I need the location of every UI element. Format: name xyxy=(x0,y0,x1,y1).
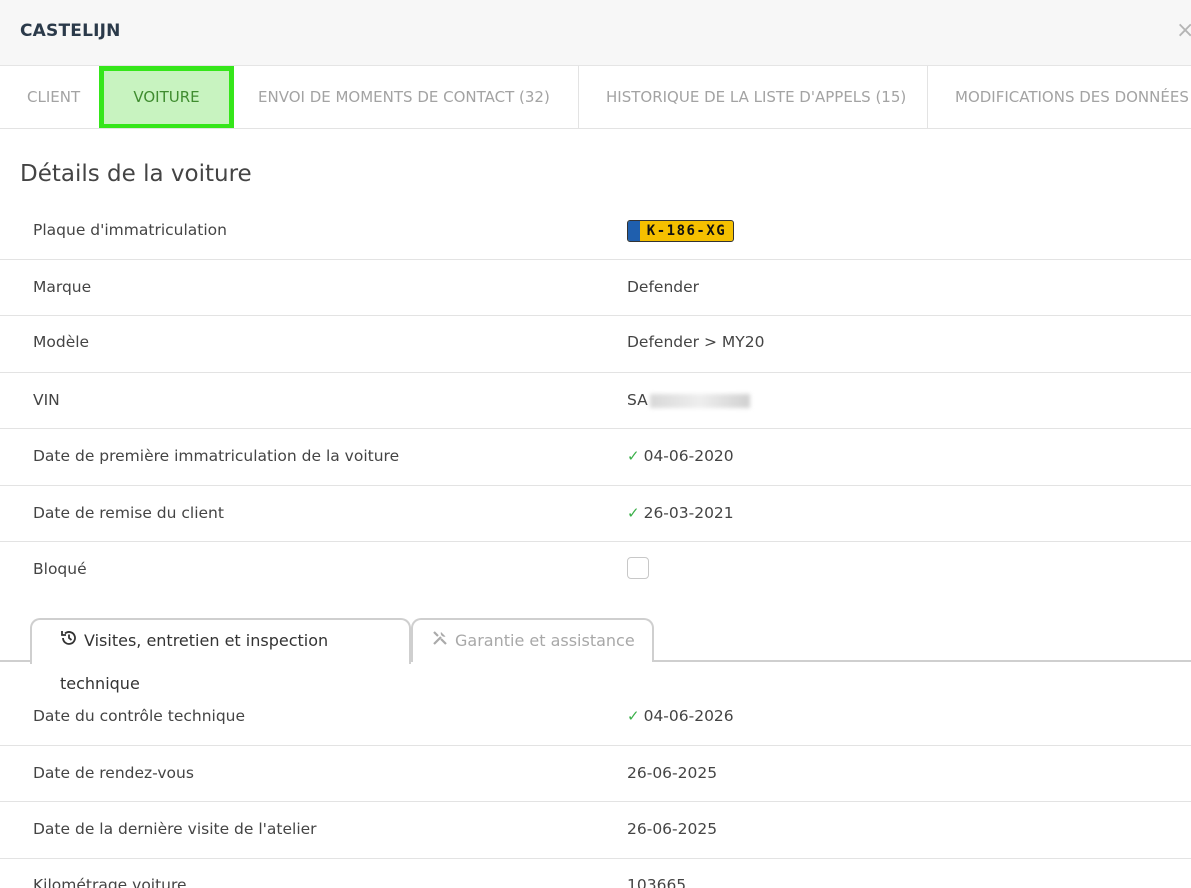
tab-contact-moments[interactable]: ENVOI DE MOMENTS DE CONTACT (32) xyxy=(258,66,550,128)
row-brand: Marque Defender xyxy=(0,260,1191,316)
history-icon xyxy=(60,621,78,663)
check-icon: ✓ xyxy=(627,447,640,465)
section-title: Détails de la voiture xyxy=(20,161,252,187)
tab-voiture[interactable]: VOITURE xyxy=(99,66,234,128)
mileage-label: Kilométrage voiture xyxy=(33,876,187,888)
blocked-checkbox[interactable] xyxy=(627,557,649,579)
row-blocked: Bloqué xyxy=(0,542,1191,598)
subtab-warranty[interactable]: Garantie et assistance xyxy=(411,618,654,662)
vin-redacted xyxy=(649,393,750,408)
tab-call-history[interactable]: HISTORIQUE DE LA LISTE D'APPELS (15) xyxy=(578,66,906,128)
license-plate: K-186-XG xyxy=(627,220,734,242)
row-mileage: Kilométrage voiture 103665 xyxy=(0,859,1191,888)
row-model: Modèle Defender > MY20 xyxy=(0,316,1191,373)
inspection-date: 04-06-2026 xyxy=(643,707,734,725)
inspection-label: Date du contrôle technique xyxy=(33,707,246,725)
tools-icon xyxy=(431,621,449,663)
row-vin: VIN SA xyxy=(0,373,1191,429)
main-tabs: CLIENT VOITURE ENVOI DE MOMENTS DE CONTA… xyxy=(0,66,1191,129)
subtab-warranty-label: Garantie et assistance xyxy=(455,631,635,650)
inspection-value: ✓ 04-06-2026 xyxy=(627,707,734,725)
appointment-label: Date de rendez-vous xyxy=(33,764,194,782)
row-first-registration: Date de première immatriculation de la v… xyxy=(0,429,1191,486)
first-registration-value: ✓ 04-06-2020 xyxy=(627,447,734,465)
row-last-visit: Date de la dernière visite de l'atelier … xyxy=(0,802,1191,859)
eu-strip xyxy=(628,221,640,241)
last-visit-value: 26-06-2025 xyxy=(627,820,718,838)
tab-data-changes[interactable]: MODIFICATIONS DES DONNÉES xyxy=(927,66,1189,128)
row-appointment: Date de rendez-vous 26-06-2025 xyxy=(0,746,1191,802)
mileage-value: 103665 xyxy=(627,876,687,888)
delivery-date: 26-03-2021 xyxy=(643,504,734,522)
row-plate: Plaque d'immatriculation K-186-XG xyxy=(0,203,1191,260)
check-icon: ✓ xyxy=(627,707,640,725)
subtab-visits[interactable]: Visites, entretien et inspection techniq… xyxy=(30,618,411,693)
delivery-value: ✓ 26-03-2021 xyxy=(627,504,734,522)
vin-label: VIN xyxy=(33,391,60,409)
modal-title: CASTELIJN xyxy=(20,21,121,41)
vin-visible: SA xyxy=(627,391,648,409)
vin-value: SA xyxy=(627,391,750,409)
blocked-label: Bloqué xyxy=(33,560,87,578)
row-inspection: Date du contrôle technique ✓ 04-06-2026 xyxy=(0,690,1191,746)
tab-client[interactable]: CLIENT xyxy=(27,66,80,128)
close-icon[interactable]: × xyxy=(1176,18,1191,43)
delivery-label: Date de remise du client xyxy=(33,504,224,522)
last-visit-label: Date de la dernière visite de l'atelier xyxy=(33,820,317,838)
check-icon: ✓ xyxy=(627,504,640,522)
plate-label: Plaque d'immatriculation xyxy=(33,221,227,239)
subtab-visits-label: Visites, entretien et inspection techniq… xyxy=(60,631,329,693)
sub-tabs: Visites, entretien et inspection techniq… xyxy=(0,616,1191,693)
brand-value: Defender xyxy=(627,278,700,296)
first-registration-label: Date de première immatriculation de la v… xyxy=(33,447,400,465)
model-value: Defender > MY20 xyxy=(627,333,765,351)
model-label: Modèle xyxy=(33,333,90,351)
row-delivery: Date de remise du client ✓ 26-03-2021 xyxy=(0,486,1191,542)
appointment-value: 26-06-2025 xyxy=(627,764,718,782)
first-registration-date: 04-06-2020 xyxy=(643,447,734,465)
plate-number: K-186-XG xyxy=(646,223,727,239)
brand-label: Marque xyxy=(33,278,92,296)
modal-header: CASTELIJN × xyxy=(0,0,1191,66)
